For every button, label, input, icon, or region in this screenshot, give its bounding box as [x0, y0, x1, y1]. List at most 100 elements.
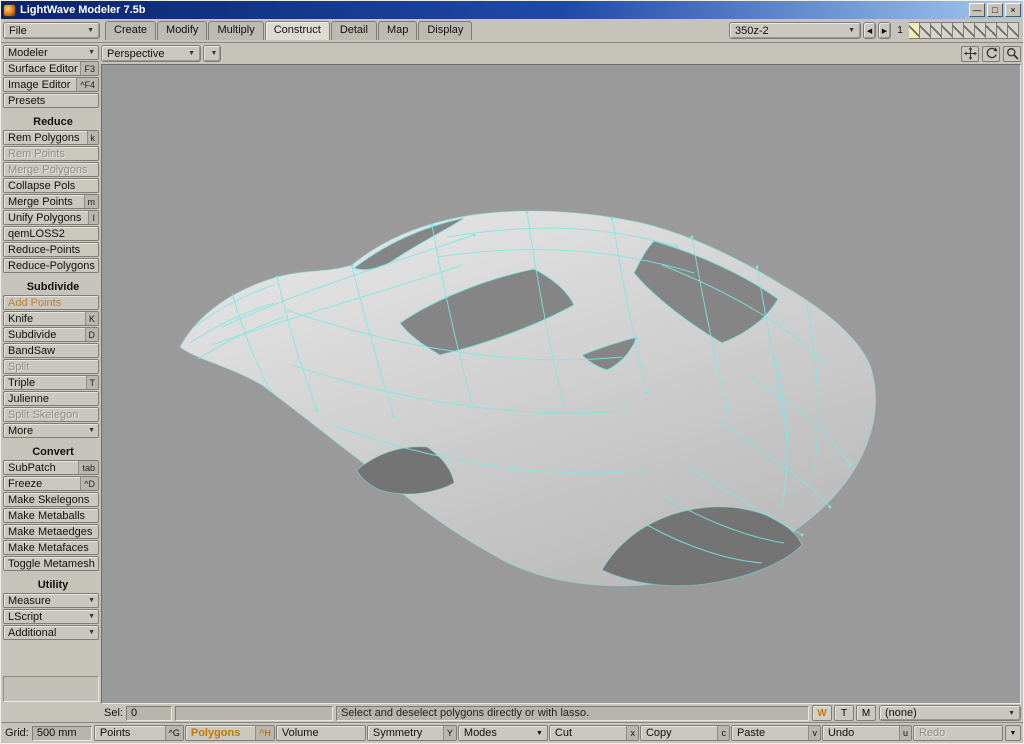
sidebar-item[interactable]: Knife ▼ K [3, 311, 99, 326]
layer-button[interactable] [997, 22, 1008, 39]
pan-icon[interactable] [961, 45, 979, 62]
menu-tab[interactable]: Modify [157, 21, 208, 40]
sidebar-item[interactable]: Triple ▼ T [3, 375, 99, 390]
sidebar-item-label: Split [8, 360, 30, 373]
layer-button[interactable] [964, 22, 975, 39]
sidebar-item[interactable]: Presets ▼ [3, 93, 99, 108]
sidebar-item[interactable]: Additional ▼ [3, 625, 99, 640]
sidebar-item-label: Merge Points [8, 195, 73, 208]
menu-tab[interactable]: Detail [330, 21, 377, 40]
hint-text: Select and deselect polygons directly or… [335, 705, 809, 721]
wtm-button-label: T [840, 707, 848, 719]
sidebar-item[interactable]: Unify Polygons ▼ I [3, 210, 99, 225]
layer-button[interactable] [953, 22, 964, 39]
file-menu-button[interactable]: File ▼ [3, 22, 100, 39]
shortcut-key: v [808, 726, 820, 740]
rotate-icon[interactable] [982, 45, 1000, 62]
sidebar-item[interactable]: Julienne ▼ [3, 391, 99, 406]
mode-button[interactable]: Points ▼ ^G [93, 725, 184, 741]
menu-tab[interactable]: Construct [264, 21, 330, 40]
sidebar-item[interactable]: qemLOSS2 ▼ [3, 226, 99, 241]
viewport-column: Perspective ▼ ▼ [101, 43, 1023, 704]
bottom-more-dropdown[interactable]: ▼ [1005, 725, 1021, 741]
zoom-icon[interactable] [1003, 45, 1021, 62]
sidebar-item[interactable]: Split Skelegon ▼ [3, 407, 99, 422]
menu-tab[interactable]: Create [105, 21, 157, 40]
minimize-button[interactable]: — [969, 3, 985, 17]
menu-tab[interactable]: Multiply [208, 21, 264, 40]
layer-button[interactable] [986, 22, 997, 39]
layer-button[interactable] [920, 22, 931, 39]
sidebar-item[interactable]: Make Metaballs ▼ [3, 508, 99, 523]
layer-button[interactable] [975, 22, 986, 39]
sidebar-item[interactable]: Collapse Pols ▼ [3, 178, 99, 193]
prev-layer-button[interactable]: ◀ [863, 22, 876, 39]
sidebar-item[interactable]: SubPatch ▼ tab [3, 460, 99, 475]
sidebar-item[interactable]: Make Skelegons ▼ [3, 492, 99, 507]
mode-button[interactable]: Polygons ▼ ^H [184, 725, 275, 741]
render-style-dropdown[interactable]: ▼ [203, 45, 221, 62]
mode-button[interactable]: Symmetry ▼ Y [366, 725, 457, 741]
sidebar-item[interactable]: Subdivide ▼ D [3, 327, 99, 342]
close-button[interactable]: × [1005, 3, 1021, 17]
chevron-down-icon: ▼ [188, 50, 195, 57]
layer-button[interactable] [1008, 22, 1019, 39]
sidebar-item[interactable]: BandSaw ▼ [3, 343, 99, 358]
mode-button[interactable]: Volume ▼ [275, 725, 366, 741]
sidebar-item[interactable]: Make Metafaces ▼ [3, 540, 99, 555]
sidebar-item[interactable]: Make Metaedges ▼ [3, 524, 99, 539]
layer-index: 1 [897, 25, 903, 36]
sidebar-item[interactable]: Surface Editor ▼ F3 [3, 61, 99, 76]
sidebar-item-label: Add Points [8, 296, 62, 309]
mode-button[interactable]: Paste ▼ v [730, 725, 821, 741]
car-model[interactable] [102, 65, 1021, 704]
layer-button[interactable] [909, 22, 920, 39]
sidebar-item[interactable]: More ▼ [3, 423, 99, 438]
maximize-button[interactable]: □ [987, 3, 1003, 17]
wtm-button[interactable]: M [856, 705, 876, 721]
object-selector[interactable]: 350z-2 ▼ [729, 22, 861, 39]
sidebar-item[interactable]: Measure ▼ [3, 593, 99, 608]
view-mode-selector[interactable]: Perspective ▼ [101, 45, 201, 62]
sidebar-item[interactable]: LScript ▼ [3, 609, 99, 624]
sidebar-item[interactable]: Toggle Metamesh ▼ [3, 556, 99, 571]
sidebar-item[interactable]: Add Points ▼ [3, 295, 99, 310]
layer-button[interactable] [931, 22, 942, 39]
sidebar-item-label: Split Skelegon [8, 408, 79, 421]
sidebar-item[interactable]: Rem Polygons ▼ k [3, 130, 99, 145]
menu-tab[interactable]: Display [418, 21, 473, 40]
modeler-menu-button[interactable]: Modeler ▼ [3, 45, 99, 60]
sidebar-item[interactable]: Reduce-Polygons ▼ [3, 258, 99, 273]
sidebar-item[interactable]: Reduce-Points ▼ [3, 242, 99, 257]
sidebar-item[interactable]: Image Editor ▼ ^F4 [3, 77, 99, 92]
vertex-map-selector[interactable]: (none) ▼ [879, 705, 1021, 721]
sidebar-item-label: Image Editor [8, 78, 71, 91]
sidebar-item-label: Reduce-Polygons [8, 259, 95, 272]
sidebar-item[interactable]: Split ▼ [3, 359, 99, 374]
sidebar-item-label: Merge Polygons [8, 163, 88, 176]
menu-tab[interactable]: Map [377, 21, 418, 40]
sidebar-item-label: Make Skelegons [8, 493, 90, 506]
menu-bar: File ▼ Create Modify Multiply Construct [1, 19, 1023, 43]
shortcut-key: ^G [164, 726, 183, 740]
wtm-button[interactable]: W [812, 705, 832, 721]
mode-button[interactable]: Redo ▼ [912, 725, 1003, 741]
mode-button[interactable]: Copy ▼ c [639, 725, 730, 741]
sidebar-item[interactable]: Freeze ▼ ^D [3, 476, 99, 491]
layer-button[interactable] [942, 22, 953, 39]
sidebar-item[interactable]: Merge Points ▼ m [3, 194, 99, 209]
next-layer-button[interactable]: ▶ [878, 22, 891, 39]
sidebar-item[interactable]: Rem Points ▼ [3, 146, 99, 161]
mode-button[interactable]: Undo ▼ u [821, 725, 912, 741]
sidebar-item: Convert ▼ [3, 444, 99, 459]
shortcut-key: u [898, 726, 911, 740]
wtm-button[interactable]: T [834, 705, 854, 721]
3d-viewport[interactable] [101, 64, 1021, 704]
mode-button[interactable]: Modes ▼ [457, 725, 548, 741]
chevron-down-icon: ▼ [88, 427, 95, 434]
sidebar-item[interactable]: Merge Polygons ▼ [3, 162, 99, 177]
numeric-entry-field[interactable] [174, 705, 333, 721]
mode-button[interactable]: Cut ▼ x [548, 725, 639, 741]
sidebar-item-label: Collapse Pols [8, 179, 76, 192]
sidebar-item-label: Toggle Metamesh [8, 557, 95, 570]
